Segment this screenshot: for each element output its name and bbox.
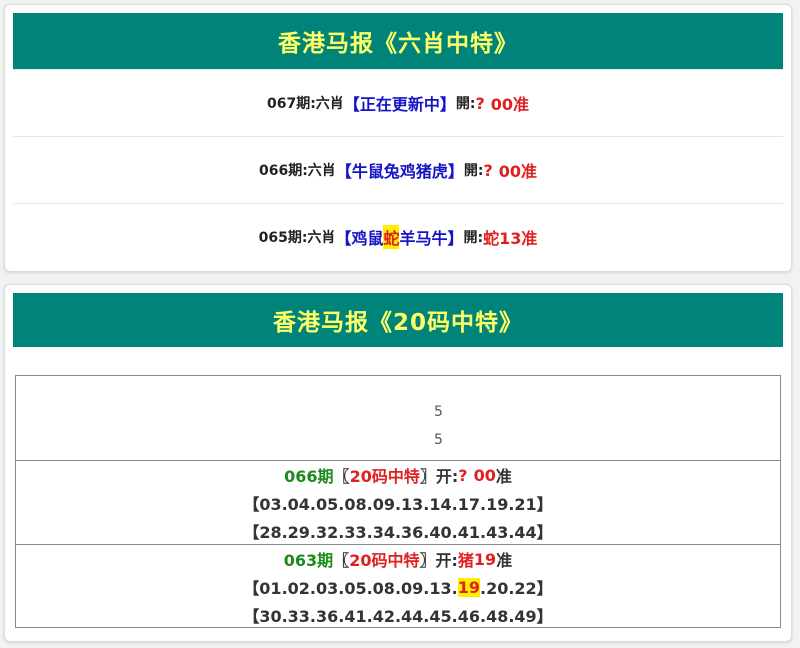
- open-result: ?: [458, 465, 468, 485]
- number-line-2: 【28.29.32.33.34.36.40.41.43.44】: [243, 523, 553, 542]
- zodiac-animals-part1: 鸡鼠: [351, 229, 384, 248]
- six-zodiac-row-066: 066期:六肖 【 牛鼠兔鸡猪虎 】 開: ? 00准: [13, 136, 783, 203]
- bracket-open: 【: [335, 229, 352, 248]
- twenty-code-entry-066: 066期 〖 20码中特 〗 开: ? 00 准 【03.04.05.08.09…: [16, 461, 780, 545]
- accuracy-score: 13准: [499, 229, 538, 248]
- bracket-close: 】: [439, 95, 456, 114]
- period-label: 066期: [284, 467, 334, 486]
- bracket-open: 【: [343, 95, 360, 114]
- open-label: 开:: [435, 551, 458, 570]
- accuracy-suffix: 准: [496, 551, 513, 570]
- bracket-close: 〗: [419, 467, 436, 486]
- open-result: ?: [483, 160, 493, 180]
- open-result: ?: [475, 93, 485, 113]
- entry-header: 066期 〖 20码中特 〗 开: ? 00 准: [16, 461, 780, 489]
- twenty-code-title: 香港马报《20码中特》: [13, 293, 783, 347]
- open-label: 開:: [463, 230, 484, 246]
- bracket-open: 〖: [333, 551, 350, 570]
- zodiac-animals-part2: 羊马牛: [399, 229, 448, 248]
- number-line-1: 【03.04.05.08.09.13.14.17.19.21】: [243, 495, 553, 514]
- accuracy-score: 00准: [498, 162, 538, 181]
- number-highlight: 19: [457, 577, 480, 597]
- zodiac-animals: 牛鼠兔鸡猪虎: [351, 162, 448, 181]
- bracket-close: 〗: [419, 551, 436, 570]
- open-result: 蛇: [483, 229, 500, 248]
- bracket-open: 〖: [333, 467, 350, 486]
- open-label: 開:: [463, 163, 484, 179]
- zodiac-animals: 正在更新中: [359, 95, 440, 114]
- number-line-1: 【01.02.03.05.08.09.13. 19 .20.22】: [16, 573, 780, 601]
- masked-fragment: 5: [434, 404, 443, 420]
- open-label: 开:: [435, 467, 459, 486]
- twenty-code-card: 香港马报《20码中特》 5 5 066期 〖 20码中特 〗 开: ? 00 准…: [4, 284, 792, 642]
- six-zodiac-row-067: 067期:六肖 【 正在更新中 】 開: ? 00准: [13, 69, 783, 136]
- period-label: 063期: [283, 551, 334, 570]
- number-line-1-post: .20.22】: [479, 579, 553, 598]
- bracket-close: 】: [447, 229, 464, 248]
- entry-header: 063期 〖 20码中特 〗 开: 猪 19 准: [16, 545, 780, 573]
- six-zodiac-title: 香港马报《六肖中特》: [13, 13, 783, 69]
- number-line-1-pre: 【01.02.03.05.08.09.13.: [243, 579, 458, 598]
- bracket-close: 】: [447, 162, 464, 181]
- bracket-open: 【: [335, 162, 352, 181]
- entry-type: 20码中特: [349, 467, 420, 486]
- open-label: 開:: [455, 96, 476, 112]
- zodiac-animal-highlight: 蛇: [383, 225, 400, 249]
- masked-overlay: [274, 376, 530, 459]
- open-result: 猪: [457, 551, 474, 570]
- masked-fragment: 5: [434, 432, 443, 448]
- number-line-2: 【30.33.36.41.42.44.45.46.48.49】: [243, 607, 553, 626]
- twenty-code-entry-063: 063期 〖 20码中特 〗 开: 猪 19 准 【01.02.03.05.08…: [16, 545, 780, 629]
- period-label: 065期:六肖: [258, 230, 336, 246]
- accuracy-score: 00准: [490, 95, 530, 114]
- twenty-code-table: 5 5 066期 〖 20码中特 〗 开: ? 00 准 【03.04.05.0…: [15, 375, 781, 628]
- six-zodiac-row-065: 065期:六肖 【 鸡鼠 蛇 羊马牛 】 開: 蛇 13准: [13, 203, 783, 270]
- accuracy-score: 00: [473, 465, 496, 485]
- entry-type: 20码中特: [349, 551, 420, 570]
- accuracy-suffix: 准: [495, 467, 512, 486]
- accuracy-score: 19: [473, 549, 497, 569]
- period-label: 066期:六肖: [258, 163, 336, 179]
- six-zodiac-card: 香港马报《六肖中特》 067期:六肖 【 正在更新中 】 開: ? 00准 06…: [4, 4, 792, 272]
- period-label: 067期:六肖: [266, 96, 344, 112]
- masked-entry: 5 5: [16, 376, 780, 461]
